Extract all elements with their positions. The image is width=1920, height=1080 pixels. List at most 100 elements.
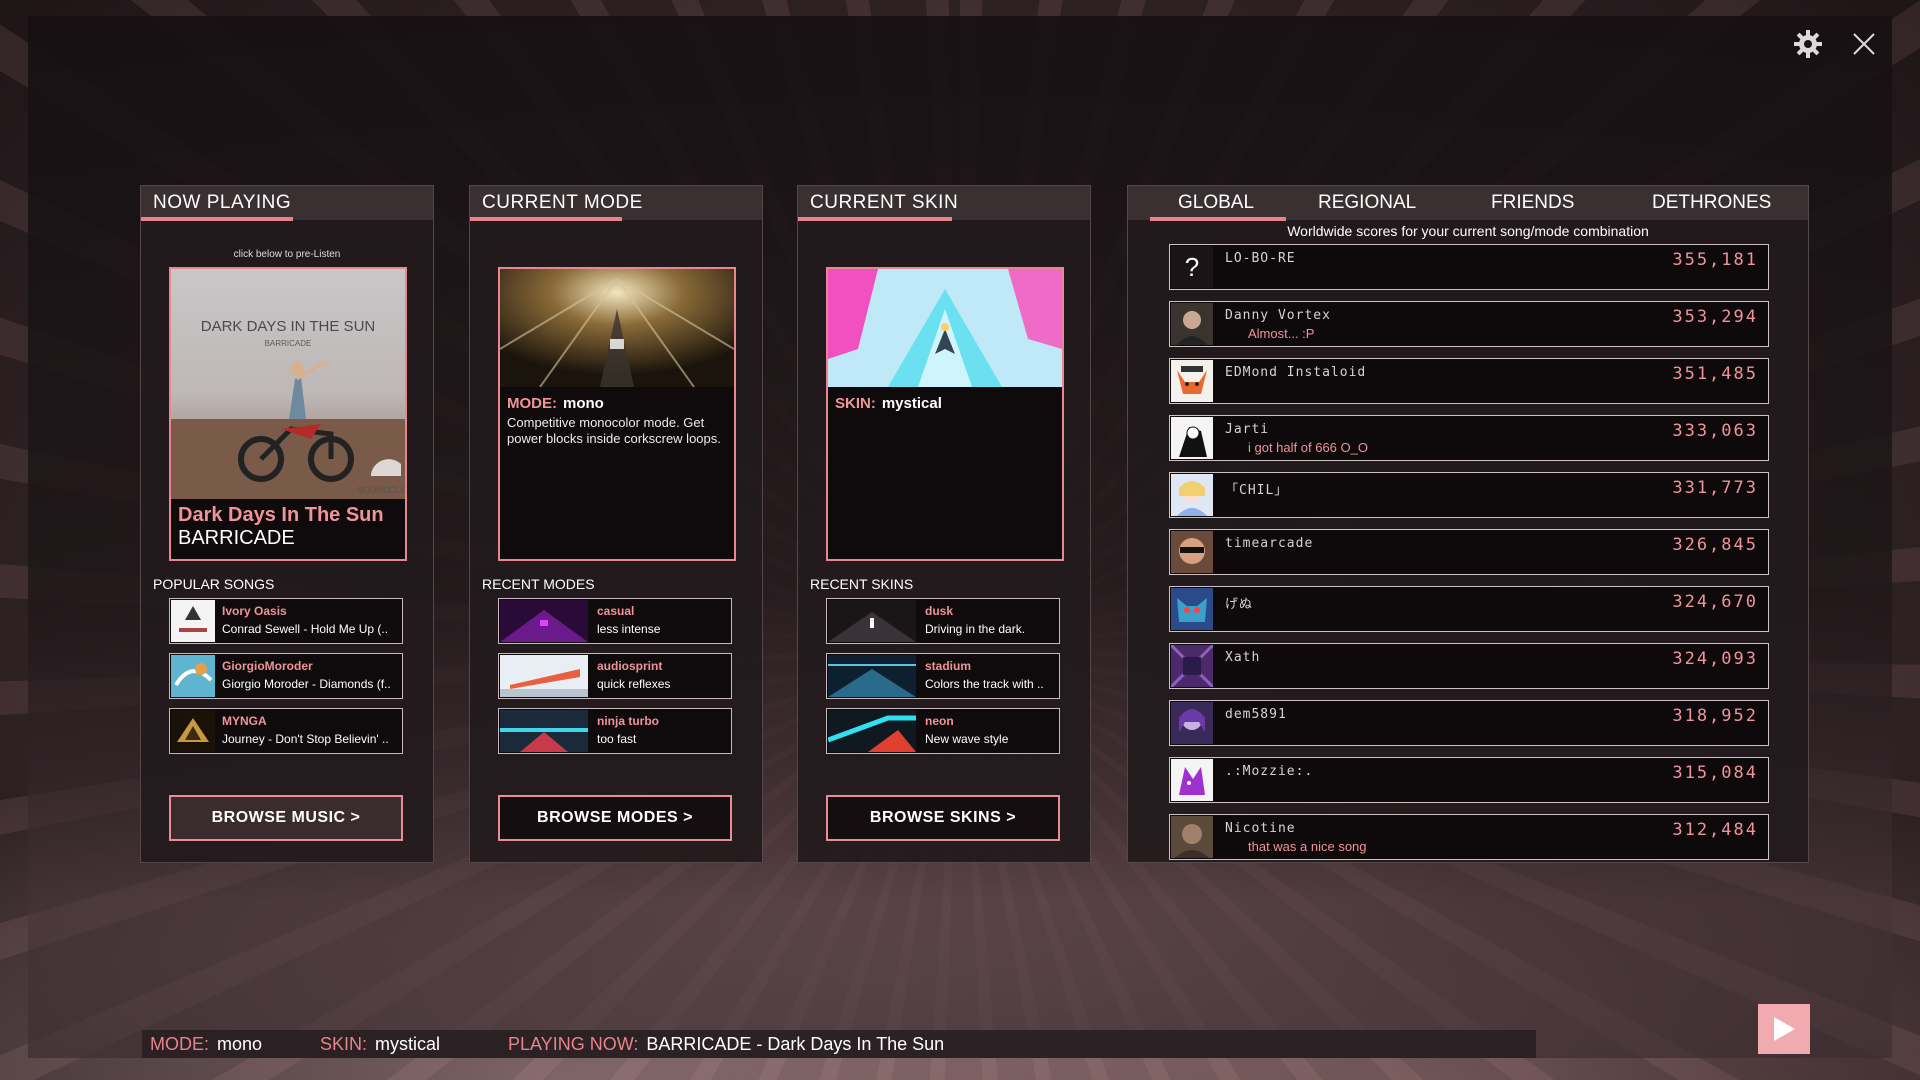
- item-subtitle: New wave style: [925, 732, 1009, 746]
- song-thumbnail: [171, 600, 215, 642]
- panel-header: NOW PLAYING: [141, 186, 433, 221]
- item-title: casual: [597, 604, 635, 618]
- avatar: [1171, 645, 1213, 687]
- list-item[interactable]: MYNGA Journey - Don't Stop Believin' ..: [169, 708, 403, 754]
- list-item[interactable]: casual less intense: [498, 598, 732, 644]
- table-row[interactable]: EDMond Instaloid 351,485: [1169, 358, 1769, 404]
- mode-thumbnail: [500, 600, 588, 642]
- mode-preview-image: [500, 269, 734, 387]
- player-message: i got half of 666 O_O: [1248, 440, 1368, 455]
- song-thumbnail: [171, 655, 215, 697]
- player-name: EDMond Instaloid: [1225, 365, 1367, 380]
- item-subtitle: Driving in the dark.: [925, 622, 1026, 636]
- player-name: dem5891: [1225, 707, 1287, 722]
- table-row[interactable]: げぬ 324,670: [1169, 586, 1769, 632]
- current-skin-panel: CURRENT SKIN SKIN: mystical RECENT SKINS …: [797, 185, 1091, 863]
- table-row[interactable]: .:Mozzie:. 315,084: [1169, 757, 1769, 803]
- mode-label: MODE: mono: [507, 395, 604, 412]
- status-mode-key: MODE:: [150, 1034, 210, 1054]
- tab-friends[interactable]: FRIENDS: [1491, 192, 1574, 214]
- skin-preview[interactable]: SKIN: mystical: [826, 267, 1064, 561]
- section-label: POPULAR SONGS: [153, 576, 275, 592]
- player-name: 「CHIL」: [1225, 483, 1289, 498]
- player-score: 333,063: [1672, 421, 1758, 441]
- list-item[interactable]: neon New wave style: [826, 708, 1060, 754]
- item-subtitle: quick reflexes: [597, 677, 671, 691]
- table-row[interactable]: timearcade 326,845: [1169, 529, 1769, 575]
- recent-modes-list: casual less intense audiosprint quick re…: [498, 598, 732, 763]
- leaderboard-subtitle: Worldwide scores for your current song/m…: [1287, 223, 1649, 239]
- mode-description: Competitive monocolor mode. Get power bl…: [507, 415, 721, 446]
- avatar: [1171, 702, 1213, 744]
- list-item[interactable]: stadium Colors the track with ..: [826, 653, 1060, 699]
- list-item[interactable]: GiorgioMoroder Giorgio Moroder - Diamond…: [169, 653, 403, 699]
- tab-regional[interactable]: REGIONAL: [1318, 192, 1416, 214]
- panel-header: CURRENT MODE: [470, 186, 762, 221]
- avatar: [1171, 360, 1213, 402]
- skin-preview-image: [828, 269, 1062, 387]
- avatar: [1171, 531, 1213, 573]
- tab-dethrones[interactable]: DETHRONES: [1652, 192, 1771, 214]
- item-subtitle: Conrad Sewell - Hold Me Up (..: [222, 622, 389, 636]
- status-playing: PLAYING NOW: BARRICADE - Dark Days In The…: [508, 1034, 944, 1055]
- song-title: Dark Days In The Sun: [178, 504, 384, 526]
- tab-underline: [470, 217, 622, 221]
- browse-music-button[interactable]: BROWSE MUSIC >: [169, 795, 403, 841]
- tab-global[interactable]: GLOBAL: [1178, 192, 1254, 214]
- section-label: RECENT MODES: [482, 576, 595, 592]
- play-button[interactable]: [1758, 1004, 1810, 1054]
- current-mode-panel: CURRENT MODE MODE: mono Competitive monoc…: [469, 185, 763, 863]
- song-thumbnail: [171, 710, 215, 752]
- list-item[interactable]: Ivory Oasis Conrad Sewell - Hold Me Up (…: [169, 598, 403, 644]
- song-cover-button[interactable]: DARK DAYS IN THE SUN BARRICADE SOUNDCLOU…: [169, 267, 407, 561]
- browse-modes-button[interactable]: BROWSE MODES >: [498, 795, 732, 841]
- song-artist: BARRICADE: [178, 527, 295, 549]
- close-icon[interactable]: [1844, 24, 1884, 64]
- mode-preview[interactable]: MODE: mono Competitive monocolor mode. Ge…: [498, 267, 736, 561]
- recent-skins-list: dusk Driving in the dark. stadium Colors…: [826, 598, 1060, 763]
- svg-text:?: ?: [1185, 252, 1199, 282]
- item-subtitle: Giorgio Moroder - Diamonds (f..: [222, 677, 391, 691]
- list-item[interactable]: dusk Driving in the dark.: [826, 598, 1060, 644]
- prelisten-hint: click below to pre-Listen: [233, 249, 341, 260]
- mode-label-value: mono: [563, 395, 604, 412]
- player-name: Nicotine: [1225, 821, 1296, 836]
- item-title: audiosprint: [597, 659, 663, 673]
- avatar: [1171, 303, 1213, 345]
- avatar: [1171, 759, 1213, 801]
- browse-skins-button[interactable]: BROWSE SKINS >: [826, 795, 1060, 841]
- popular-songs-list: Ivory Oasis Conrad Sewell - Hold Me Up (…: [169, 598, 403, 763]
- status-skin-value: mystical: [375, 1034, 441, 1054]
- item-subtitle: Colors the track with ..: [925, 677, 1044, 691]
- skin-label-key: SKIN:: [835, 395, 876, 412]
- table-row[interactable]: dem5891 318,952: [1169, 700, 1769, 746]
- list-item[interactable]: ninja turbo too fast: [498, 708, 732, 754]
- item-subtitle: less intense: [597, 622, 661, 636]
- table-row[interactable]: Xath 324,093: [1169, 643, 1769, 689]
- player-score: 326,845: [1672, 535, 1758, 555]
- skin-thumbnail: [828, 710, 916, 752]
- player-message: that was a nice song: [1248, 839, 1367, 854]
- player-score: 324,670: [1672, 592, 1758, 612]
- status-playing-value: BARRICADE - Dark Days In The Sun: [646, 1034, 945, 1054]
- status-mode-value: mono: [217, 1034, 263, 1054]
- item-title: ninja turbo: [597, 714, 659, 728]
- avatar: [1171, 588, 1213, 630]
- tab-underline: [141, 217, 293, 221]
- table-row[interactable]: Danny Vortex Almost... :P 353,294: [1169, 301, 1769, 347]
- table-row[interactable]: 「CHIL」 331,773: [1169, 472, 1769, 518]
- cover-title-text: DARK DAYS IN THE SUN: [201, 318, 375, 335]
- avatar: [1171, 474, 1213, 516]
- soundcloud-watermark: SOUNDCLOUD: [357, 485, 405, 495]
- item-subtitle: too fast: [597, 732, 637, 746]
- item-subtitle: Journey - Don't Stop Believin' ..: [222, 732, 389, 746]
- table-row[interactable]: ? LO-BO-RE 355,181: [1169, 244, 1769, 290]
- table-row[interactable]: Jarti i got half of 666 O_O 333,063: [1169, 415, 1769, 461]
- score-list: ? LO-BO-RE 355,181 Danny Vortex Almost..…: [1169, 244, 1769, 871]
- gear-icon[interactable]: [1788, 24, 1828, 64]
- player-score: 318,952: [1672, 706, 1758, 726]
- list-item[interactable]: audiosprint quick reflexes: [498, 653, 732, 699]
- skin-thumbnail: [828, 600, 916, 642]
- mode-label-key: MODE:: [507, 395, 557, 412]
- table-row[interactable]: Nicotine that was a nice song 312,484: [1169, 814, 1769, 860]
